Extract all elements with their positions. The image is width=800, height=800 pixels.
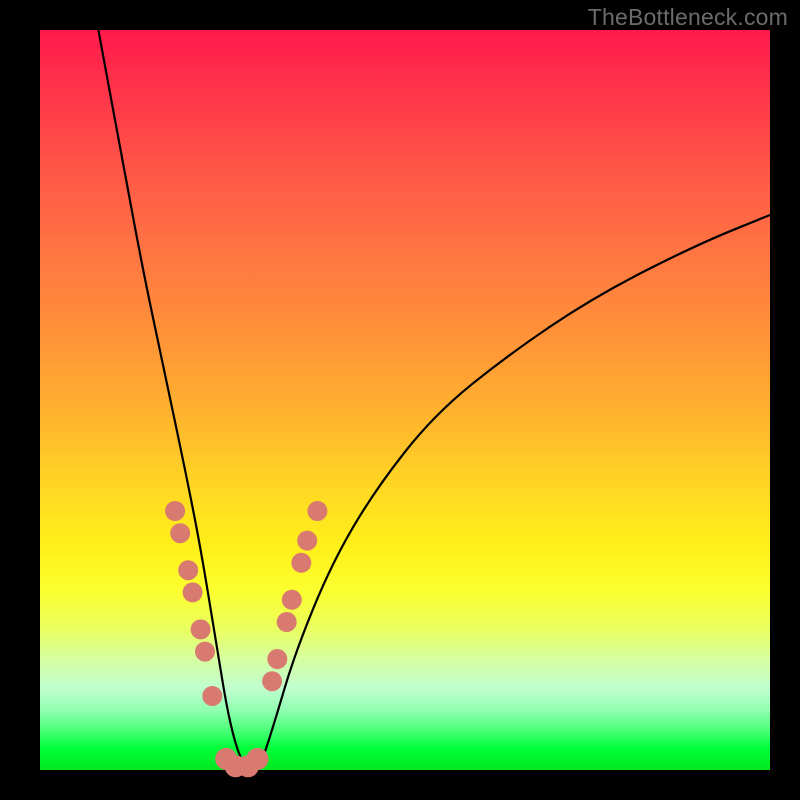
data-marker: [307, 501, 327, 521]
data-marker: [183, 582, 203, 602]
data-marker: [291, 553, 311, 573]
data-marker: [297, 531, 317, 551]
curve-svg: [40, 30, 770, 770]
chart-frame: TheBottleneck.com: [0, 0, 800, 800]
plot-area: [40, 30, 770, 770]
data-marker: [195, 642, 215, 662]
data-marker: [267, 649, 287, 669]
data-marker: [178, 560, 198, 580]
data-marker: [277, 612, 297, 632]
watermark-text: TheBottleneck.com: [588, 4, 788, 31]
data-marker: [170, 523, 190, 543]
data-marker: [191, 619, 211, 639]
data-marker: [262, 671, 282, 691]
data-marker: [165, 501, 185, 521]
data-marker: [247, 748, 269, 770]
data-marker: [282, 590, 302, 610]
marker-group: [165, 501, 327, 777]
data-marker: [202, 686, 222, 706]
